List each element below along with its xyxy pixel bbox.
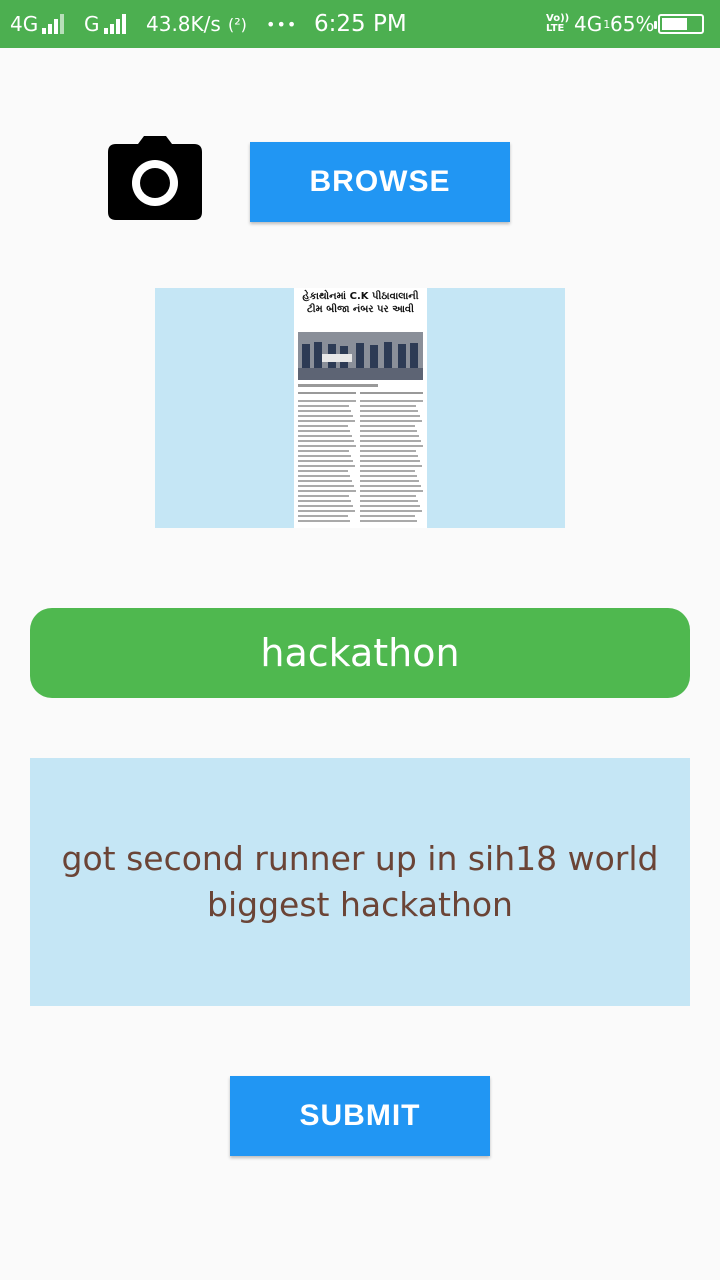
clipping-photo-and-text [298,332,423,522]
post-title: hackathon [30,608,690,698]
status-bar: 4G G 43.8K/s (²) ••• 6:25 PM Vo)) LTE 4G… [0,0,720,48]
post-description-box: got second runner up in sih18 world bigg… [30,758,690,1006]
battery-icon [654,14,704,34]
submit-button[interactable]: SUBMIT [230,1076,490,1156]
network-type-label: 4G [10,12,39,36]
camera-icon[interactable] [108,136,202,220]
network-type-label: 4G [574,12,603,36]
more-notifications-icon: ••• [266,14,298,34]
newspaper-clipping-image: હેકાથોનમાં C.K પીઠાવાલાની ટીમ બીજા નંબર … [294,288,427,528]
battery-percent: 65% [610,12,655,36]
signal-icon [42,14,65,34]
network-indicator-3: 4G 1 [574,0,610,48]
clock: 6:25 PM [314,11,407,37]
selected-image-preview: હેકાથોનમાં C.K પીઠાવાલાની ટીમ બીજા નંબર … [155,288,565,528]
network-indicator-1: 4G [10,0,65,48]
browse-button[interactable]: BROWSE [250,142,510,222]
post-description: got second runner up in sih18 world bigg… [61,839,659,924]
hotspot-icon: (²) [228,14,247,34]
network-indicator-2: G [84,0,126,48]
network-type-label: G [84,12,100,36]
network-speed: 43.8K/s [146,12,221,36]
signal-icon [103,14,126,34]
volte-icon: Vo)) LTE [546,13,570,34]
